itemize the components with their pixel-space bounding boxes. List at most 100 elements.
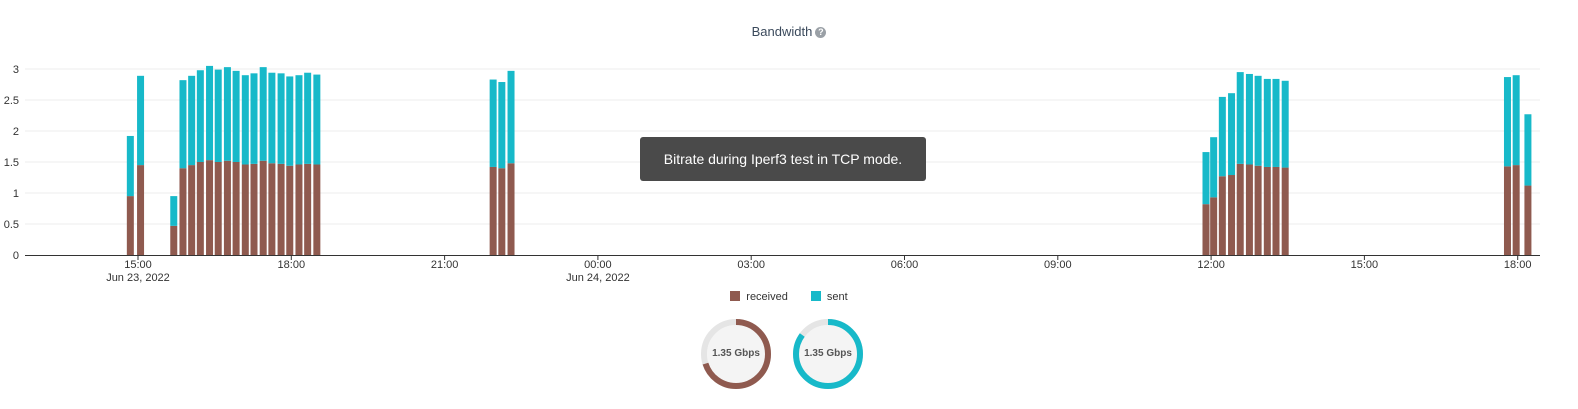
x-tick-label: 06:00 (891, 259, 919, 271)
chart-tooltip: Bitrate during Iperf3 test in TCP mode. (640, 137, 926, 181)
bar-sent (1228, 93, 1236, 176)
bar-sent (206, 65, 214, 161)
bar-sent (196, 70, 204, 162)
bar-received (489, 166, 497, 255)
y-tick-label: 2 (13, 126, 19, 138)
gauge-sent: 1.35 Gbps (792, 318, 864, 390)
x-tick-sublabel: Jun 24, 2022 (566, 272, 630, 284)
bar-received (1210, 197, 1218, 255)
x-tick-label: 00:00 (584, 259, 612, 271)
bar-received (1245, 164, 1253, 255)
bar-received (241, 164, 249, 255)
bar-received (1202, 204, 1210, 255)
bar-sent (1272, 78, 1280, 167)
bar-sent (268, 72, 276, 164)
bar-received (268, 163, 276, 255)
legend-swatch-sent (810, 291, 821, 301)
bar-sent (241, 75, 249, 165)
bar-received (1228, 175, 1236, 255)
x-tick-label: 18:00 (1504, 259, 1532, 271)
bar-received (1272, 166, 1280, 255)
bar-received (277, 163, 285, 255)
x-tick-sublabel: Jun 23, 2022 (106, 272, 170, 284)
bar-sent (277, 73, 285, 164)
bar-received (170, 225, 178, 255)
bar-sent (137, 75, 145, 166)
bar-received (259, 160, 267, 255)
y-tick-label: 0 (13, 250, 19, 262)
bar-sent (286, 76, 294, 166)
bar-sent (1210, 137, 1218, 198)
bar-sent (250, 73, 258, 164)
bar-sent (170, 196, 178, 226)
bar-received (304, 163, 312, 255)
chart-legend: received sent (0, 291, 1578, 303)
bar-received (1524, 185, 1532, 255)
bar-sent (1202, 152, 1210, 205)
bar-received (214, 162, 222, 255)
bar-received (1218, 176, 1226, 255)
bar-sent (313, 74, 321, 165)
y-tick-label: 1 (13, 188, 19, 200)
bar-sent (1218, 96, 1226, 177)
legend-swatch-received (730, 291, 741, 301)
legend-label-sent: sent (826, 291, 848, 303)
y-tick-label: 0.5 (4, 219, 19, 231)
bar-received (179, 168, 187, 255)
bar-sent (259, 67, 267, 161)
legend-item-received[interactable]: received (730, 291, 788, 303)
bar-received (250, 163, 258, 255)
bar-sent (489, 79, 497, 167)
x-tick-label: 15:00 (1351, 259, 1379, 271)
bar-received (126, 196, 134, 255)
bar-received (1512, 165, 1520, 255)
bar-received (286, 165, 294, 255)
bar-sent (498, 82, 506, 169)
bar-sent (188, 75, 196, 166)
y-tick-label: 2.5 (4, 95, 19, 107)
bar-sent (232, 70, 240, 162)
bar-received (1263, 166, 1271, 255)
bar-sent (304, 72, 312, 164)
y-tick-label: 1.5 (4, 157, 19, 169)
bar-received (295, 164, 303, 255)
bar-sent (295, 75, 303, 165)
gauge-received: 1.35 Gbps (700, 318, 772, 390)
bar-sent (1236, 72, 1244, 164)
legend-item-sent[interactable]: sent (810, 291, 848, 303)
bar-received (1236, 163, 1244, 255)
bar-sent (507, 70, 515, 164)
bar-received (1503, 166, 1511, 255)
bar-received (206, 160, 214, 255)
x-tick-label: 09:00 (1044, 259, 1072, 271)
bar-sent (214, 69, 222, 162)
x-tick-label: 15:00 (124, 259, 152, 271)
y-tick-label: 3 (13, 64, 19, 76)
bar-received (188, 165, 196, 255)
x-tick-label: 12:00 (1197, 259, 1225, 271)
bar-received (232, 162, 240, 255)
bar-sent (179, 80, 187, 169)
gauge-sent-value: 1.35 Gbps (804, 348, 852, 359)
bar-sent (223, 67, 231, 161)
bar-received (137, 165, 145, 255)
bar-received (1281, 167, 1289, 255)
bar-sent (126, 135, 134, 197)
x-tick-label: 03:00 (737, 259, 765, 271)
bar-sent (1245, 73, 1253, 165)
bar-sent (1254, 75, 1262, 166)
bar-received (313, 164, 321, 255)
bar-received (1254, 165, 1262, 255)
gauge-received-value: 1.35 Gbps (712, 348, 760, 359)
bar-sent (1281, 80, 1289, 168)
legend-label-received: received (746, 291, 788, 303)
bar-sent (1263, 78, 1271, 167)
bar-received (507, 163, 515, 255)
x-tick-label: 21:00 (431, 259, 459, 271)
bar-received (498, 168, 506, 255)
bar-received (223, 160, 231, 255)
bar-sent (1524, 114, 1532, 186)
bar-sent (1512, 75, 1520, 166)
bar-received (196, 162, 204, 255)
bar-sent (1503, 77, 1511, 167)
